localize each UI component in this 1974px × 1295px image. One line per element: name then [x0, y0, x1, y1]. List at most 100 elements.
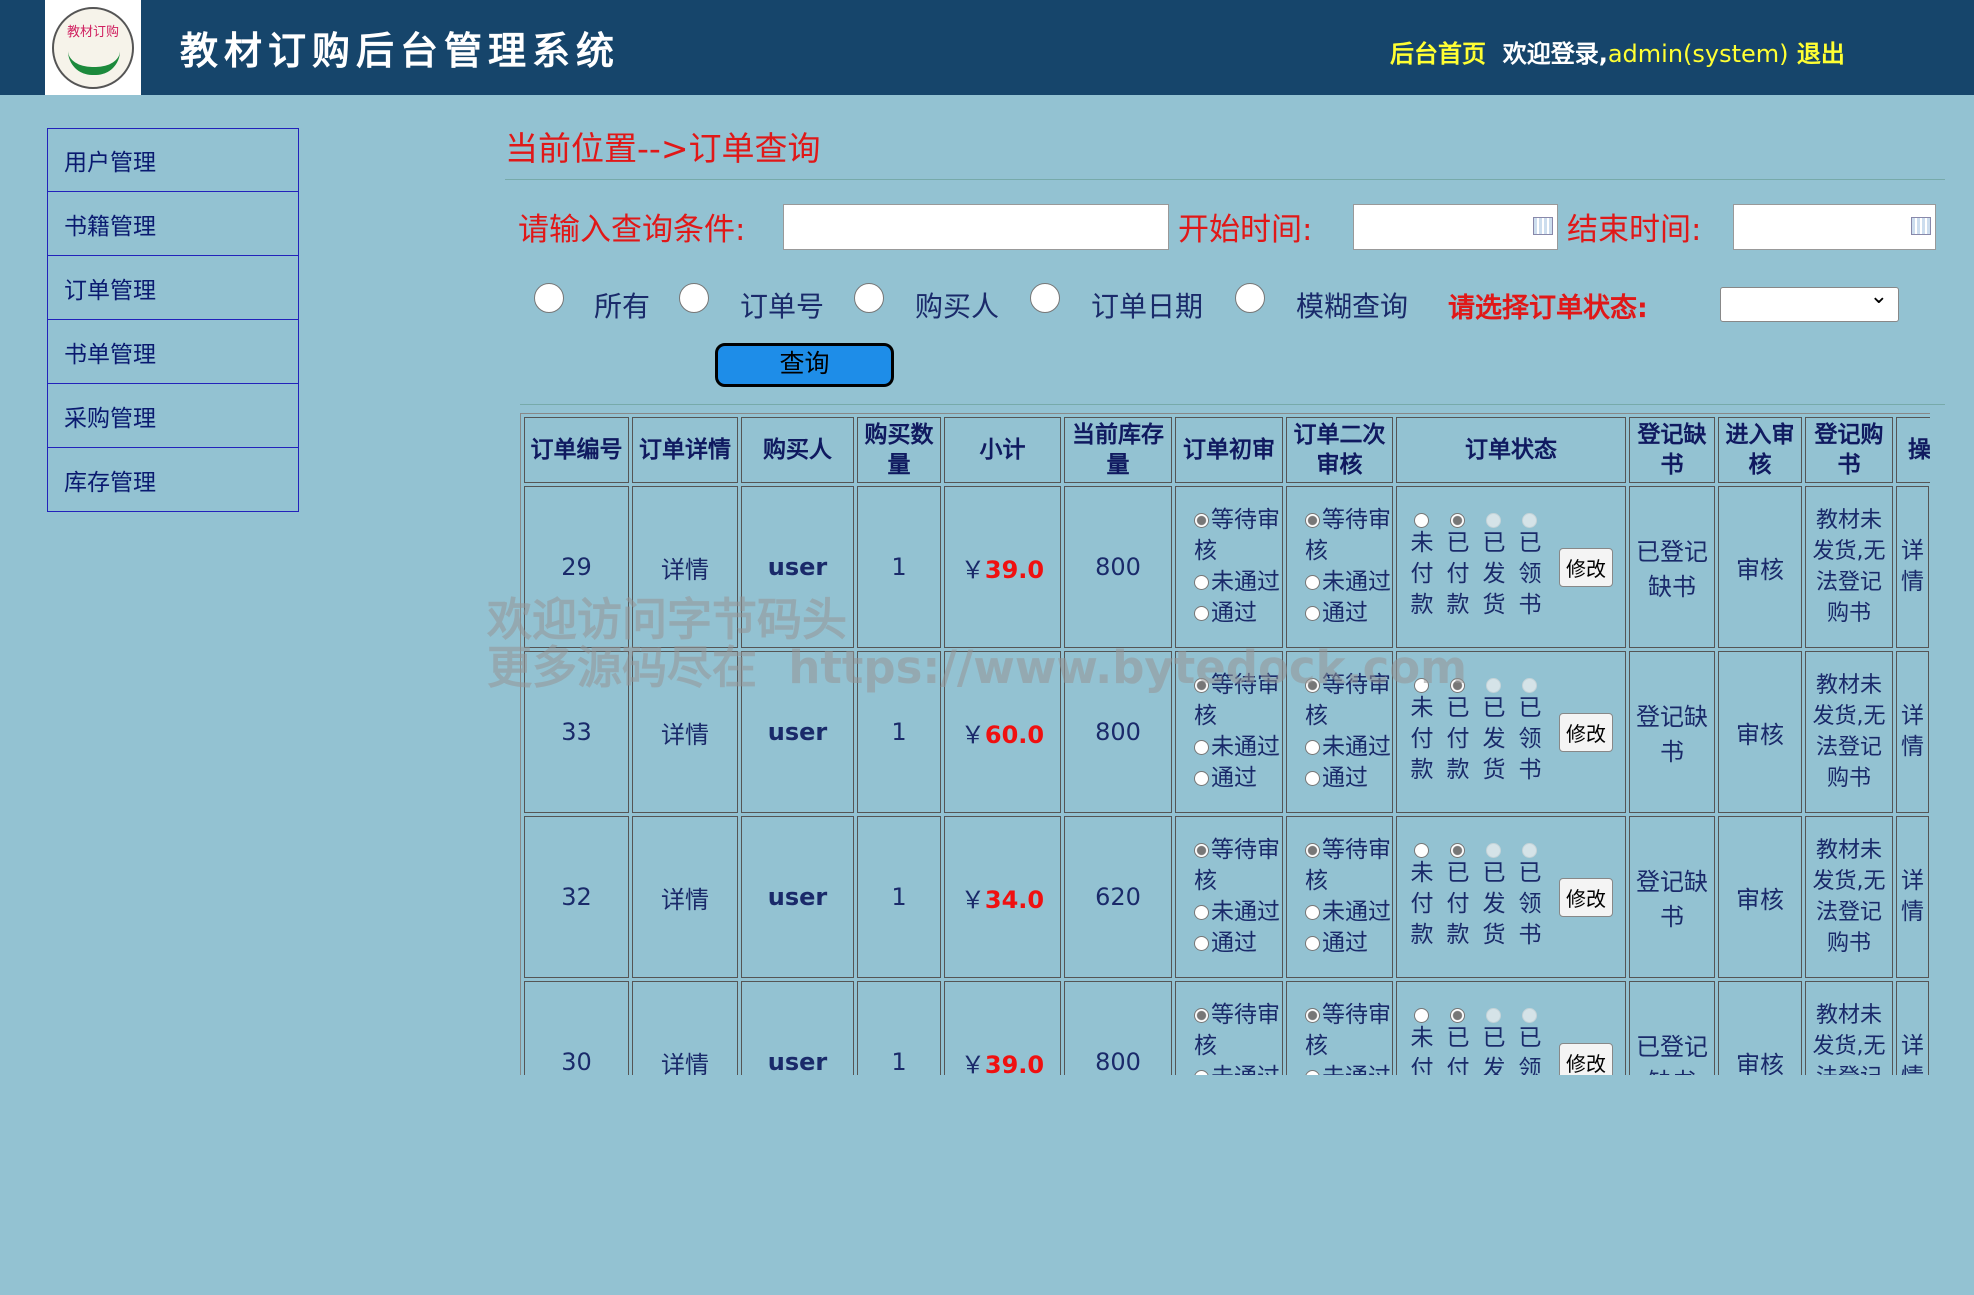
radio-button[interactable]	[1305, 1008, 1320, 1023]
enter-audit-link[interactable]: 审核	[1718, 816, 1802, 978]
first-audit-option[interactable]: 等待审核	[1194, 505, 1282, 567]
radio-button[interactable]	[1414, 843, 1429, 858]
query-condition-input[interactable]	[783, 204, 1169, 250]
radio-button[interactable]	[1305, 936, 1320, 951]
radio-button[interactable]	[1305, 678, 1320, 693]
status-option[interactable]: 已付款	[1445, 513, 1471, 621]
radio-button[interactable]	[1305, 905, 1320, 920]
detail-link[interactable]: 详情	[1896, 486, 1929, 648]
first-audit-option[interactable]: 通过	[1194, 598, 1282, 629]
radio-order-id[interactable]	[679, 283, 709, 313]
first-audit-option[interactable]: 未通过	[1194, 567, 1282, 598]
second-audit-option[interactable]: 通过	[1305, 598, 1392, 629]
register-shortage-link[interactable]: 登记缺书	[1629, 816, 1715, 978]
second-audit-option[interactable]: 未通过	[1305, 1062, 1392, 1075]
enter-audit-link[interactable]: 审核	[1718, 651, 1802, 813]
radio-order-date[interactable]	[1030, 283, 1060, 313]
second-audit-option[interactable]: 等待审核	[1305, 505, 1392, 567]
home-link[interactable]: 后台首页	[1390, 40, 1486, 68]
first-audit-option[interactable]: 未通过	[1194, 1062, 1282, 1075]
radio-button[interactable]	[1305, 771, 1320, 786]
status-option[interactable]: 已付款	[1445, 1008, 1471, 1075]
calendar-icon[interactable]	[1533, 217, 1553, 235]
radio-button[interactable]	[1414, 513, 1429, 528]
radio-button[interactable]	[1194, 678, 1209, 693]
sidebar-item-purchase[interactable]: 采购管理	[47, 384, 299, 448]
status-option[interactable]: 未付款	[1409, 678, 1435, 786]
status-option[interactable]: 已付款	[1445, 678, 1471, 786]
sidebar-item-users[interactable]: 用户管理	[47, 128, 299, 192]
first-audit-option[interactable]: 等待审核	[1194, 835, 1282, 897]
enter-audit-link[interactable]: 审核	[1718, 486, 1802, 648]
radio-button[interactable]	[1194, 1070, 1209, 1075]
status-option[interactable]: 未付款	[1409, 1008, 1435, 1075]
radio-button[interactable]	[1450, 1008, 1465, 1023]
second-audit-option[interactable]: 通过	[1305, 763, 1392, 794]
first-audit-option[interactable]: 通过	[1194, 763, 1282, 794]
sidebar-item-orders[interactable]: 订单管理	[47, 256, 299, 320]
modify-button[interactable]: 修改	[1559, 1043, 1613, 1076]
logout-link[interactable]: 退出	[1797, 40, 1845, 68]
radio-button[interactable]	[1305, 606, 1320, 621]
radio-fuzzy[interactable]	[1235, 283, 1265, 313]
radio-button[interactable]	[1194, 936, 1209, 951]
radio-button[interactable]	[1414, 1008, 1429, 1023]
second-audit-option[interactable]: 等待审核	[1305, 835, 1392, 897]
radio-button[interactable]	[1194, 905, 1209, 920]
radio-button[interactable]	[1414, 678, 1429, 693]
first-audit-option[interactable]: 等待审核	[1194, 1000, 1282, 1062]
radio-button[interactable]	[1450, 678, 1465, 693]
first-audit-option[interactable]: 未通过	[1194, 732, 1282, 763]
radio-button[interactable]	[1305, 575, 1320, 590]
radio-button[interactable]	[1194, 771, 1209, 786]
second-audit-option[interactable]: 等待审核	[1305, 670, 1392, 732]
detail-link[interactable]: 详情	[1896, 651, 1929, 813]
orders-table-container[interactable]: 订单编号订单详情购买人购买数量小计当前库存量订单初审订单二次审核订单状态登记缺书…	[520, 413, 1930, 1075]
sidebar-item-booklists[interactable]: 书单管理	[47, 320, 299, 384]
radio-button[interactable]	[1194, 606, 1209, 621]
order-detail-link[interactable]: 详情	[632, 486, 738, 648]
order-status-select[interactable]	[1720, 287, 1899, 322]
query-button[interactable]: 查询	[715, 343, 894, 387]
sidebar-item-inventory[interactable]: 库存管理	[47, 448, 299, 512]
second-audit-option[interactable]: 未通过	[1305, 567, 1392, 598]
second-audit-option[interactable]: 未通过	[1305, 732, 1392, 763]
second-audit-option[interactable]: 通过	[1305, 928, 1392, 959]
end-time-input[interactable]	[1733, 204, 1936, 250]
radio-button[interactable]	[1194, 1008, 1209, 1023]
radio-button[interactable]	[1194, 513, 1209, 528]
order-detail-link[interactable]: 详情	[632, 981, 738, 1075]
detail-link[interactable]: 详情	[1896, 981, 1929, 1075]
modify-button[interactable]: 修改	[1559, 713, 1613, 752]
radio-button[interactable]	[1305, 513, 1320, 528]
status-option[interactable]: 未付款	[1409, 843, 1435, 951]
radio-button[interactable]	[1450, 843, 1465, 858]
radio-buyer[interactable]	[854, 283, 884, 313]
radio-button[interactable]	[1194, 575, 1209, 590]
radio-button[interactable]	[1194, 843, 1209, 858]
calendar-icon[interactable]	[1911, 217, 1931, 235]
radio-button[interactable]	[1305, 740, 1320, 755]
order-detail-link[interactable]: 详情	[632, 651, 738, 813]
status-option[interactable]: 已付款	[1445, 843, 1471, 951]
register-shortage-link[interactable]: 已登记缺书	[1629, 981, 1715, 1075]
first-audit-option[interactable]: 未通过	[1194, 897, 1282, 928]
first-audit-option[interactable]: 通过	[1194, 928, 1282, 959]
enter-audit-link[interactable]: 审核	[1718, 981, 1802, 1075]
modify-button[interactable]: 修改	[1559, 548, 1613, 587]
register-shortage-link[interactable]: 已登记缺书	[1629, 486, 1715, 648]
second-audit-option[interactable]: 等待审核	[1305, 1000, 1392, 1062]
radio-button[interactable]	[1194, 740, 1209, 755]
radio-button[interactable]	[1450, 513, 1465, 528]
radio-button[interactable]	[1305, 1070, 1320, 1075]
radio-button[interactable]	[1305, 843, 1320, 858]
radio-all[interactable]	[534, 283, 564, 313]
status-option[interactable]: 未付款	[1409, 513, 1435, 621]
detail-link[interactable]: 详情	[1896, 816, 1929, 978]
second-audit-option[interactable]: 未通过	[1305, 897, 1392, 928]
first-audit-option[interactable]: 等待审核	[1194, 670, 1282, 732]
sidebar-item-books[interactable]: 书籍管理	[47, 192, 299, 256]
register-shortage-link[interactable]: 登记缺书	[1629, 651, 1715, 813]
order-detail-link[interactable]: 详情	[632, 816, 738, 978]
start-time-input[interactable]	[1353, 204, 1558, 250]
